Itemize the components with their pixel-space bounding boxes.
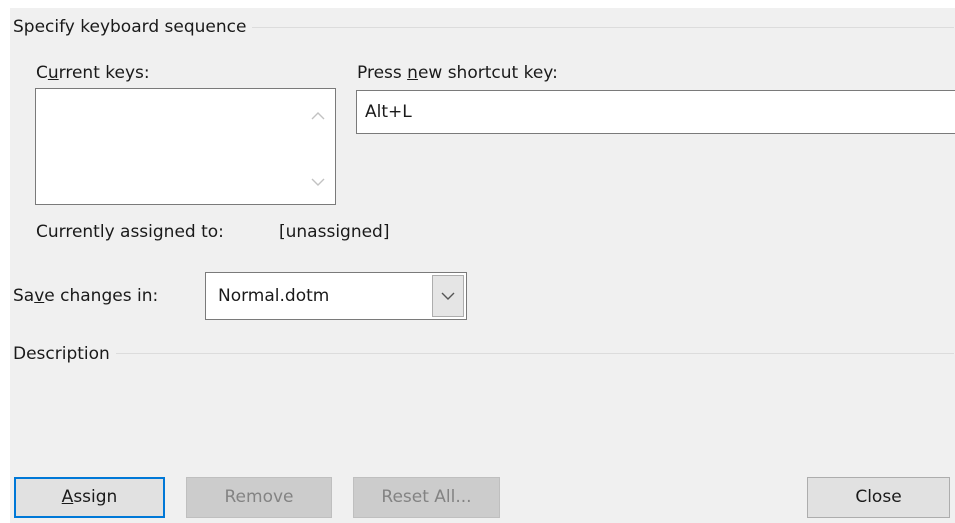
customize-keyboard-dialog: Specify keyboard sequence Current keys: … — [9, 7, 955, 523]
currently-assigned-label: Currently assigned to: — [36, 222, 224, 242]
new-shortcut-input[interactable]: Alt+L — [356, 90, 955, 134]
new-shortcut-label: Press new shortcut key: — [357, 63, 558, 83]
save-changes-dropdown[interactable]: Normal.dotm — [205, 272, 467, 320]
dropdown-button[interactable] — [432, 275, 464, 317]
save-changes-selected: Normal.dotm — [218, 286, 330, 306]
chevron-up-icon[interactable] — [310, 107, 326, 123]
assign-button[interactable]: Assign — [14, 477, 165, 518]
description-separator — [14, 353, 954, 354]
reset-all-button[interactable]: Reset All... — [353, 477, 500, 518]
chevron-down-icon[interactable] — [310, 174, 326, 190]
keyboard-group-title: Specify keyboard sequence — [13, 16, 253, 38]
description-group-title: Description — [13, 343, 116, 365]
remove-button[interactable]: Remove — [186, 477, 332, 518]
close-button[interactable]: Close — [807, 477, 950, 518]
current-keys-list[interactable] — [35, 88, 336, 205]
save-changes-label: Save changes in: — [13, 286, 159, 306]
chevron-down-icon — [441, 292, 455, 301]
current-keys-label: Current keys: — [36, 63, 150, 83]
current-keys-scrollbar[interactable] — [301, 89, 335, 204]
currently-assigned-value: [unassigned] — [279, 222, 390, 242]
